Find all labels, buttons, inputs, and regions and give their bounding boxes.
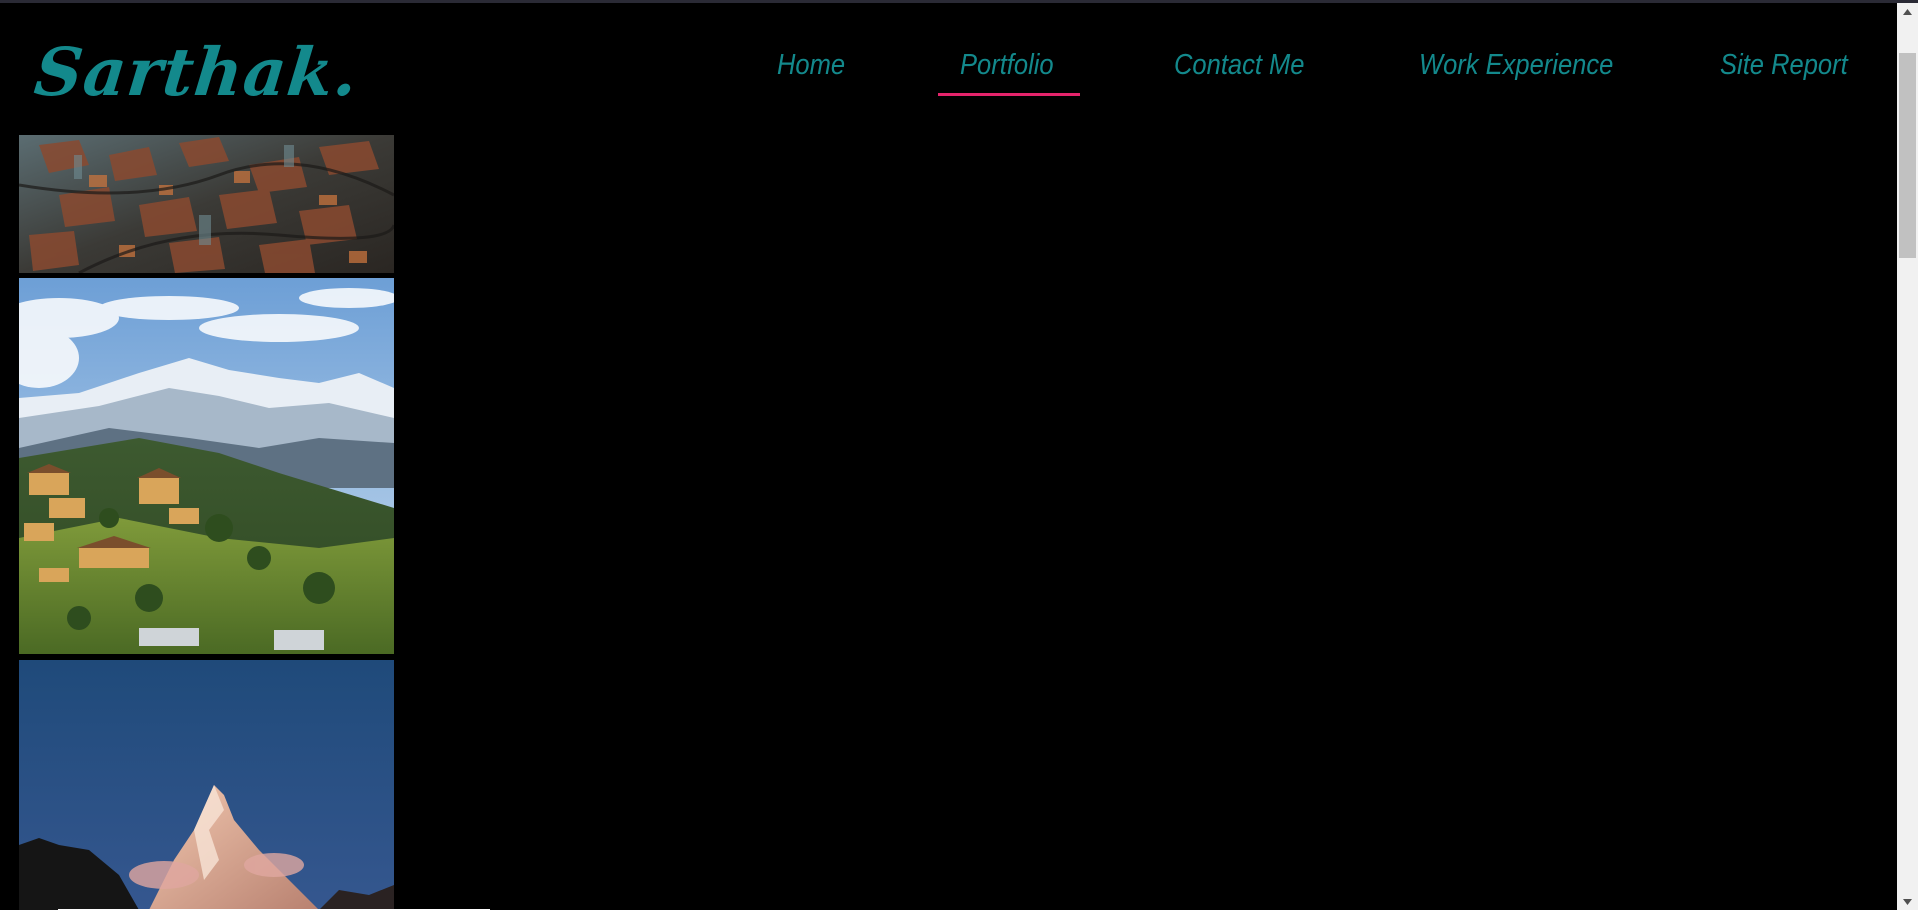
aerial-rooftops-photo[interactable]: [19, 135, 394, 273]
snowy-peak-photo[interactable]: [19, 660, 394, 910]
scroll-down-icon[interactable]: [1897, 893, 1918, 910]
mountain-village-photo[interactable]: [19, 278, 394, 654]
page: Sarthak. Home Portfolio Contact Me Work …: [0, 3, 1897, 910]
vertical-scrollbar[interactable]: [1897, 3, 1918, 910]
nav-site-report[interactable]: Site Report: [1720, 49, 1848, 82]
active-nav-underline: [938, 93, 1080, 96]
nav-home[interactable]: Home: [777, 49, 845, 82]
nav-work-experience[interactable]: Work Experience: [1419, 49, 1613, 82]
site-logo[interactable]: Sarthak.: [31, 33, 362, 111]
scrollbar-thumb[interactable]: [1899, 53, 1916, 258]
nav-portfolio[interactable]: Portfolio: [960, 49, 1054, 82]
scroll-up-icon[interactable]: [1897, 3, 1918, 20]
nav-contact-me[interactable]: Contact Me: [1174, 49, 1305, 82]
